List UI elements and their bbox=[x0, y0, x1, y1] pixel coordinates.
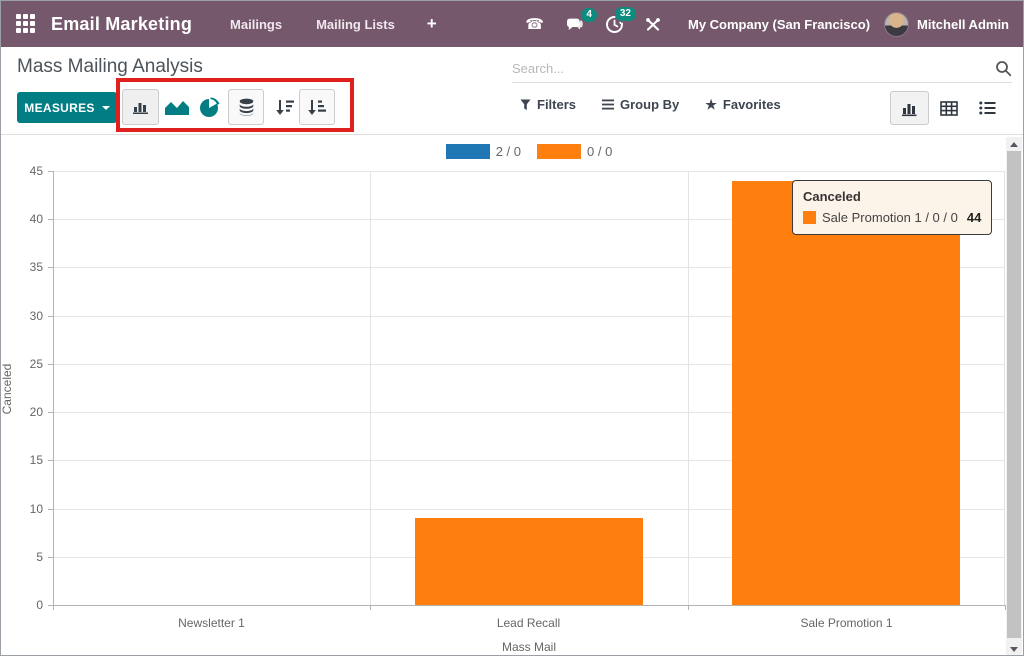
pivot-view-button[interactable] bbox=[929, 91, 968, 125]
y-tick-label: 10 bbox=[3, 502, 43, 516]
user-menu[interactable]: Mitchell Admin bbox=[917, 17, 1009, 32]
tooltip-series-label: Sale Promotion 1 / 0 / 0 bbox=[822, 210, 958, 225]
bar-chart-icon bbox=[900, 100, 919, 117]
company-switcher[interactable]: My Company (San Francisco) bbox=[688, 17, 870, 32]
y-axis-title: Canceled bbox=[0, 357, 14, 421]
user-avatar[interactable] bbox=[884, 12, 909, 37]
top-navbar: Email Marketing Mailings Mailing Lists +… bbox=[1, 1, 1023, 47]
x-tick-mark bbox=[370, 605, 371, 610]
vertical-scrollbar[interactable] bbox=[1006, 137, 1022, 656]
scroll-down-arrow[interactable] bbox=[1006, 642, 1022, 656]
search-filter-menus: Filters Group By ★ Favorites bbox=[520, 97, 781, 112]
y-tick-label: 0 bbox=[3, 598, 43, 612]
pie-chart-icon bbox=[199, 97, 220, 118]
search-input[interactable] bbox=[512, 61, 995, 76]
v-gridline bbox=[688, 171, 689, 605]
nav-item-mailing-lists[interactable]: Mailing Lists bbox=[316, 17, 395, 32]
odoo-window: Email Marketing Mailings Mailing Lists +… bbox=[0, 0, 1024, 656]
nav-item-mailings[interactable]: Mailings bbox=[230, 17, 282, 32]
bar[interactable] bbox=[732, 181, 960, 605]
x-axis-line bbox=[53, 605, 1005, 606]
tooltip-series-swatch bbox=[803, 211, 816, 224]
scroll-up-arrow[interactable] bbox=[1006, 137, 1022, 151]
tooltip-value: 44 bbox=[967, 210, 981, 225]
x-axis-title: Mass Mail bbox=[53, 640, 1005, 654]
bar[interactable] bbox=[415, 518, 643, 605]
y-tick-label: 35 bbox=[3, 260, 43, 274]
pie-chart-mode-button[interactable] bbox=[195, 95, 223, 119]
filters-menu[interactable]: Filters bbox=[520, 97, 576, 112]
scrollbar-thumb[interactable] bbox=[1007, 151, 1021, 638]
sort-amount-asc-icon bbox=[307, 99, 327, 116]
group-by-menu[interactable]: Group By bbox=[602, 97, 679, 112]
group-by-icon bbox=[602, 99, 614, 110]
app-name[interactable]: Email Marketing bbox=[51, 14, 192, 35]
funnel-icon bbox=[520, 99, 531, 111]
page-title: Mass Mailing Analysis bbox=[17, 56, 203, 78]
measures-button[interactable]: MEASURES bbox=[17, 92, 117, 123]
y-tick-label: 45 bbox=[3, 164, 43, 178]
wrench-screwdriver-icon bbox=[645, 17, 661, 32]
area-chart-icon bbox=[164, 98, 190, 116]
star-icon: ★ bbox=[705, 98, 717, 111]
tooltip-row: Sale Promotion 1 / 0 / 0 44 bbox=[803, 210, 981, 225]
search-icon[interactable] bbox=[995, 60, 1012, 77]
bar-chart-mode-button[interactable] bbox=[122, 89, 159, 125]
v-gridline bbox=[370, 171, 371, 605]
chart-tooltip: Canceled Sale Promotion 1 / 0 / 0 44 bbox=[792, 180, 992, 235]
y-tick-label: 40 bbox=[3, 212, 43, 226]
sort-ascending-button[interactable] bbox=[299, 89, 335, 125]
chevron-down-icon bbox=[102, 106, 110, 110]
x-category-label: Lead Recall bbox=[370, 616, 687, 630]
apps-menu-icon[interactable] bbox=[16, 14, 36, 34]
line-chart-mode-button[interactable] bbox=[162, 95, 192, 119]
navbar-systray: ☎ 4 32 bbox=[514, 9, 1023, 39]
y-axis-line bbox=[53, 171, 54, 605]
view-switcher bbox=[890, 91, 1007, 125]
pivot-table-icon bbox=[940, 101, 958, 116]
favorites-menu[interactable]: ★ Favorites bbox=[705, 97, 780, 112]
database-icon bbox=[238, 98, 255, 116]
sort-amount-desc-icon bbox=[275, 99, 295, 116]
stacked-mode-button[interactable] bbox=[228, 89, 264, 125]
list-view-button[interactable] bbox=[968, 91, 1007, 125]
control-panel: Mass Mailing Analysis MEASURES bbox=[1, 47, 1023, 135]
sort-descending-button[interactable] bbox=[270, 94, 300, 120]
y-tick-label: 5 bbox=[3, 550, 43, 564]
x-tick-mark bbox=[53, 605, 54, 610]
debug-tools-icon[interactable] bbox=[634, 11, 672, 38]
activities-icon[interactable]: 32 bbox=[595, 10, 634, 39]
nav-plus-button[interactable]: + bbox=[427, 14, 437, 34]
search-bar bbox=[512, 55, 1012, 83]
y-tick-label: 30 bbox=[3, 309, 43, 323]
list-icon bbox=[979, 101, 996, 115]
bar-chart-icon bbox=[132, 99, 150, 115]
tooltip-title: Canceled bbox=[803, 189, 981, 204]
x-category-label: Sale Promotion 1 bbox=[688, 616, 1005, 630]
h-gridline bbox=[53, 171, 1005, 172]
phone-icon[interactable]: ☎ bbox=[514, 9, 555, 39]
x-tick-mark bbox=[688, 605, 689, 610]
x-category-label: Newsletter 1 bbox=[53, 616, 370, 630]
activities-badge: 32 bbox=[615, 7, 636, 21]
messages-icon[interactable]: 4 bbox=[555, 11, 595, 38]
graph-view-button[interactable] bbox=[890, 91, 929, 125]
y-tick-label: 15 bbox=[3, 453, 43, 467]
chart-area: 2 / 00 / 0 051015202530354045Newsletter … bbox=[1, 135, 1024, 656]
v-gridline bbox=[1004, 171, 1005, 605]
